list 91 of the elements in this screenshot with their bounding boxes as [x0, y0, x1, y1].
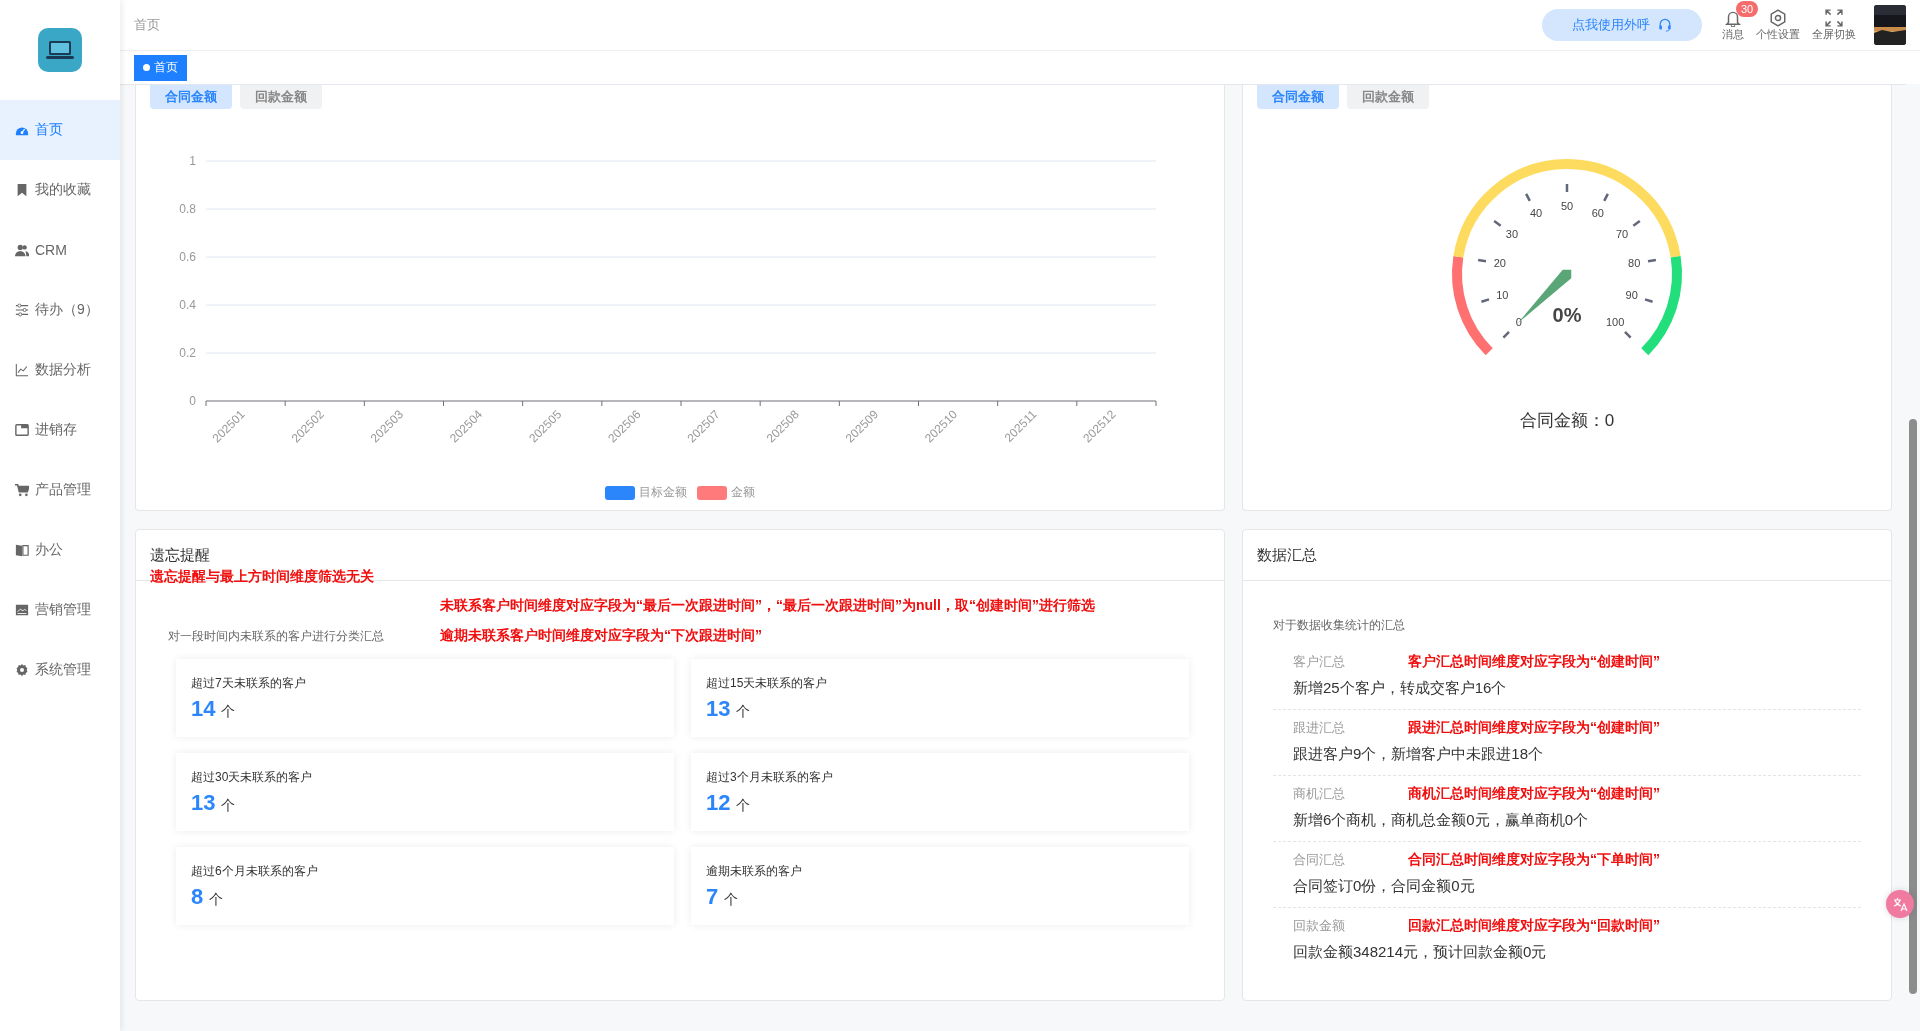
- stat-value: 13: [706, 695, 731, 722]
- toolbar-action[interactable]: 全屏切换: [1812, 8, 1856, 42]
- stat-label: 超过15天未联系的客户: [706, 674, 829, 692]
- tab[interactable]: 回款金额: [240, 85, 322, 109]
- notification-badge: 30: [1736, 0, 1759, 17]
- sidebar-item[interactable]: 我的收藏: [0, 160, 120, 220]
- sidebar-item[interactable]: 数据分析: [0, 340, 120, 400]
- stat-label: 逾期未联系的客户: [706, 862, 803, 880]
- gauge-tick-label: 90: [1625, 289, 1638, 301]
- summary-value: 合同签订0份，合同金额0元: [1293, 877, 1476, 896]
- stat-unit: 个: [209, 890, 224, 909]
- stat-value: 8: [191, 883, 204, 910]
- settings-icon: [1769, 8, 1787, 27]
- axis-label: 0.8: [179, 202, 196, 216]
- gauge-tick-label: 70: [1615, 228, 1629, 241]
- gauge-tick-label: 60: [1591, 207, 1604, 220]
- card-subtitle: 对一段时间内未联系的客户进行分类汇总: [168, 627, 385, 645]
- stat-value: 14: [191, 695, 216, 722]
- stat-label: 超过7天未联系的客户: [191, 674, 307, 692]
- axis-label: 0.6: [179, 250, 196, 264]
- stat-label: 超过3个月未联系的客户: [706, 768, 834, 786]
- people-icon: [15, 243, 29, 257]
- gauge-tick-label: 20: [1493, 257, 1506, 270]
- sidebar-item[interactable]: 待办（9）: [0, 280, 120, 340]
- stat-unit: 个: [221, 702, 236, 721]
- summary-label: 合同汇总: [1293, 851, 1346, 869]
- sidebar-item[interactable]: 营销管理: [0, 580, 120, 640]
- logo-icon: [38, 28, 82, 72]
- gauge-tick-label: 50: [1560, 200, 1574, 212]
- stat-unit: 个: [724, 890, 739, 909]
- gauge-reading: 0%: [1552, 304, 1582, 326]
- sidebar-item[interactable]: 产品管理: [0, 460, 120, 520]
- stat-value: 13: [191, 789, 216, 816]
- card-subtitle: 对于数据收集统计的汇总: [1273, 617, 1406, 634]
- summary-label: 跟进汇总: [1293, 719, 1346, 737]
- summary-value: 新增6个商机，商机总金额0元，赢单商机0个: [1293, 811, 1590, 830]
- sidebar-item[interactable]: 进销存: [0, 400, 120, 460]
- gauge-tick-label: 30: [1505, 228, 1519, 241]
- gauge-caption: 合同金额：0: [1519, 410, 1615, 432]
- cart-icon: [15, 483, 29, 497]
- annotation: 逾期未联系客户时间维度对应字段为“下次跟进时间”: [440, 627, 762, 645]
- stat-value: 12: [706, 789, 731, 816]
- stat-label: 超过6个月未联系的客户: [191, 862, 319, 880]
- translate-icon: [1892, 896, 1908, 912]
- sidebar-item[interactable]: CRM: [0, 220, 120, 280]
- tab[interactable]: 回款金额: [1347, 85, 1429, 109]
- legend-label[interactable]: 目标金额: [639, 484, 687, 501]
- annotation: 商机汇总时间维度对应字段为“创建时间”: [1408, 785, 1660, 803]
- card-title: 数据汇总: [1257, 545, 1317, 565]
- annotation: 未联系客户时间维度对应字段为“最后一次跟进时间”，“最后一次跟进时间”为null，取“创建时间”进行筛选: [440, 597, 1095, 615]
- window-icon: [15, 423, 29, 437]
- summary-value: 跟进客户9个，新增客户中未跟进18个: [1293, 745, 1545, 764]
- annotation: 客户汇总时间维度对应字段为“创建时间”: [1408, 653, 1660, 671]
- annotation: 回款汇总时间维度对应字段为“回款时间”: [1408, 917, 1660, 935]
- stat-label: 超过30天未联系的客户: [191, 768, 314, 786]
- headset-icon: [1658, 18, 1672, 32]
- gauge-tick-label: 10: [1496, 289, 1509, 301]
- gauge-tick-label: 40: [1530, 207, 1543, 220]
- stat-value: 7: [706, 883, 719, 910]
- page-tab[interactable]: 首页: [134, 54, 187, 81]
- breadcrumb[interactable]: 首页: [134, 16, 1542, 34]
- settings-icon: [15, 663, 29, 677]
- gauge-tick-label: 0: [1515, 316, 1522, 329]
- summary-value: 回款金额348214元，预计回款金额0元: [1293, 943, 1548, 962]
- stat-unit: 个: [736, 796, 751, 815]
- toolbar-action[interactable]: 个性设置: [1756, 8, 1800, 42]
- sliders-icon: [15, 303, 29, 317]
- axis-label: 0.2: [179, 346, 196, 360]
- sidebar-item[interactable]: 系统管理: [0, 640, 120, 700]
- bookmark-icon: [15, 183, 29, 197]
- gauge-tick-label: 100: [1605, 316, 1625, 329]
- summary-label: 商机汇总: [1293, 785, 1346, 803]
- fullscreen-icon: [1825, 8, 1843, 27]
- sidebar-item[interactable]: 首页: [0, 100, 120, 160]
- annotation: 合同汇总时间维度对应字段为“下单时间”: [1408, 851, 1660, 869]
- gauge-tick-label: 80: [1628, 257, 1641, 270]
- annotation: 跟进汇总时间维度对应字段为“创建时间”: [1408, 719, 1660, 737]
- image-card-icon: [15, 603, 29, 617]
- sidebar-item[interactable]: 办公: [0, 520, 120, 580]
- stat-unit: 个: [221, 796, 236, 815]
- stat-unit: 个: [736, 702, 751, 721]
- summary-label: 客户汇总: [1293, 653, 1346, 671]
- axis-label: 1: [189, 154, 196, 168]
- axis-label: 0.4: [179, 298, 196, 312]
- line-chart-icon: [15, 363, 29, 377]
- card-title: 遗忘提醒: [150, 545, 210, 565]
- book-icon: [15, 543, 29, 557]
- summary-label: 回款金额: [1293, 917, 1346, 935]
- axis-label: 0: [189, 394, 196, 408]
- summary-value: 新增25个客户，转成交客户16个: [1293, 679, 1508, 698]
- annotation: 遗忘提醒与最上方时间维度筛选无关: [150, 568, 374, 586]
